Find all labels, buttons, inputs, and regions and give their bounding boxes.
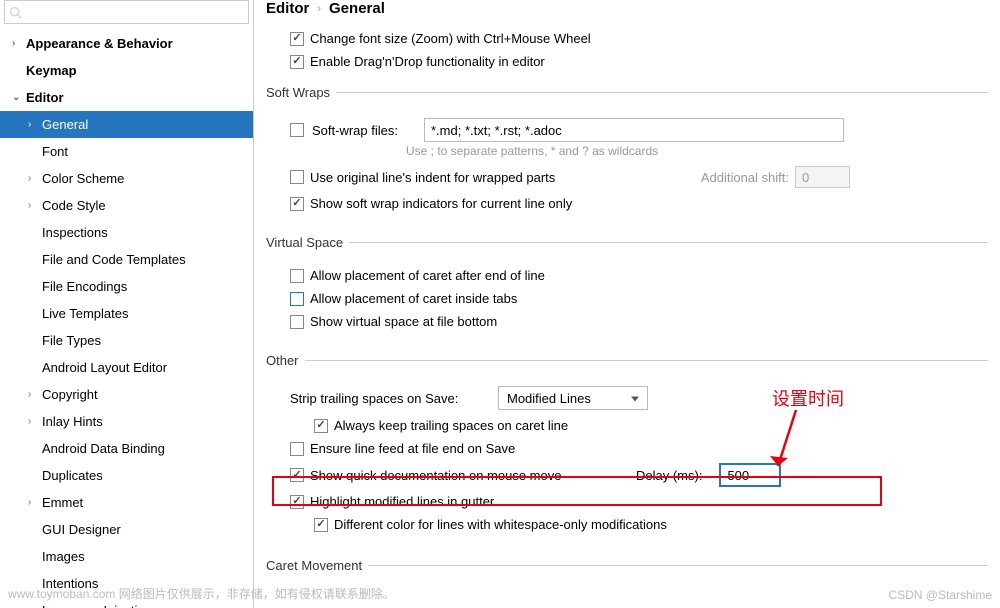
search-input[interactable] xyxy=(26,5,244,20)
delay-input[interactable] xyxy=(720,464,780,486)
sidebar-item-keymap[interactable]: Keymap xyxy=(0,57,253,84)
sidebar-item-appearance[interactable]: ›Appearance & Behavior xyxy=(0,30,253,57)
sidebar-item-label: Appearance & Behavior xyxy=(26,36,173,51)
dnd-label: Enable Drag'n'Drop functionality in edit… xyxy=(310,54,545,69)
caret-eol-label: Allow placement of caret after end of li… xyxy=(310,268,545,283)
sidebar-item-general[interactable]: ›General xyxy=(0,111,253,138)
quick-doc-checkbox[interactable] xyxy=(290,468,304,482)
sidebar-item-label: Emmet xyxy=(42,495,83,510)
soft-wraps-group: Soft Wraps Soft-wrap files: Use ; to sep… xyxy=(266,85,988,219)
sidebar-item-label: Code Style xyxy=(42,198,106,213)
settings-sidebar: ›Appearance & Behavior Keymap ⌄Editor ›G… xyxy=(0,0,254,608)
strip-select[interactable]: Modified Lines xyxy=(498,386,648,410)
sidebar-item-copyright[interactable]: ›Copyright xyxy=(0,381,253,408)
search-icon xyxy=(9,6,22,19)
other-group: Other Strip trailing spaces on Save: Mod… xyxy=(266,353,988,540)
ensure-lf-label: Ensure line feed at file end on Save xyxy=(310,441,515,456)
virtual-space-group: Virtual Space Allow placement of caret a… xyxy=(266,235,988,337)
sidebar-item-label: File Types xyxy=(42,333,101,348)
sidebar-item-label: Copyright xyxy=(42,387,98,402)
annotation-text: 设置时间 xyxy=(772,385,844,411)
virtual-bottom-checkbox[interactable] xyxy=(290,315,304,329)
search-box[interactable] xyxy=(4,0,249,24)
virtual-space-legend: Virtual Space xyxy=(266,235,349,250)
sidebar-item-emmet[interactable]: ›Emmet xyxy=(0,489,253,516)
highlight-label: Highlight modified lines in gutter xyxy=(310,494,494,509)
watermark-bottom-left: www.toymoban.com 网络图片仅供展示，非存储，如有侵权请联系删除。 xyxy=(8,585,395,602)
soft-wrap-files-label: Soft-wrap files: xyxy=(312,123,416,138)
main-panel: Editor › General Change font size (Zoom)… xyxy=(254,0,1000,608)
sidebar-item-editor[interactable]: ⌄Editor xyxy=(0,84,253,111)
sidebar-item-inspections[interactable]: Inspections xyxy=(0,219,253,246)
diff-color-checkbox[interactable] xyxy=(314,518,328,532)
breadcrumb-b: General xyxy=(329,0,385,17)
orig-indent-checkbox[interactable] xyxy=(290,170,304,184)
caret-movement-group: Caret Movement xyxy=(266,558,988,583)
keep-caret-checkbox[interactable] xyxy=(314,419,328,433)
sidebar-item-label: Inlay Hints xyxy=(42,414,103,429)
sidebar-item-label: File Encodings xyxy=(42,279,127,294)
show-indic-checkbox[interactable] xyxy=(290,197,304,211)
sidebar-item-label: Live Templates xyxy=(42,306,128,321)
soft-wrap-files-checkbox[interactable] xyxy=(290,123,304,137)
diff-color-label: Different color for lines with whitespac… xyxy=(334,517,667,532)
sidebar-item-label: Android Layout Editor xyxy=(42,360,167,375)
watermark-bottom-right: CSDN @Starshime xyxy=(888,588,992,602)
keep-caret-label: Always keep trailing spaces on caret lin… xyxy=(334,418,568,433)
quick-doc-label: Show quick documentation on mouse move xyxy=(310,468,630,483)
sidebar-item-label: GUI Designer xyxy=(42,522,121,537)
sidebar-item-file-types[interactable]: File Types xyxy=(0,327,253,354)
sidebar-item-label: Editor xyxy=(26,90,64,105)
sidebar-item-font[interactable]: Font xyxy=(0,138,253,165)
sidebar-item-live-templates[interactable]: Live Templates xyxy=(0,300,253,327)
sidebar-item-label: Images xyxy=(42,549,85,564)
strip-label: Strip trailing spaces on Save: xyxy=(290,391,490,406)
sidebar-item-inlay-hints[interactable]: ›Inlay Hints xyxy=(0,408,253,435)
soft-wrap-hint: Use ; to separate patterns, * and ? as w… xyxy=(406,144,988,158)
sidebar-item-label: Color Scheme xyxy=(42,171,124,186)
sidebar-item-duplicates[interactable]: Duplicates xyxy=(0,462,253,489)
zoom-checkbox[interactable] xyxy=(290,32,304,46)
other-legend: Other xyxy=(266,353,305,368)
sidebar-item-file-encodings[interactable]: File Encodings xyxy=(0,273,253,300)
caret-movement-legend: Caret Movement xyxy=(266,558,368,573)
zoom-label: Change font size (Zoom) with Ctrl+Mouse … xyxy=(310,31,591,46)
delay-label: Delay (ms): xyxy=(636,468,702,483)
additional-shift-label: Additional shift: xyxy=(701,170,789,185)
sidebar-item-file-templates[interactable]: File and Code Templates xyxy=(0,246,253,273)
sidebar-item-label: Inspections xyxy=(42,225,108,240)
sidebar-item-android-layout[interactable]: Android Layout Editor xyxy=(0,354,253,381)
settings-tree: ›Appearance & Behavior Keymap ⌄Editor ›G… xyxy=(0,30,253,608)
ensure-lf-checkbox[interactable] xyxy=(290,442,304,456)
breadcrumb: Editor › General xyxy=(266,0,988,23)
soft-wraps-legend: Soft Wraps xyxy=(266,85,336,100)
sidebar-item-code-style[interactable]: ›Code Style xyxy=(0,192,253,219)
show-indic-label: Show soft wrap indicators for current li… xyxy=(310,196,572,211)
sidebar-item-label: Android Data Binding xyxy=(42,441,165,456)
highlight-checkbox[interactable] xyxy=(290,495,304,509)
sidebar-item-android-data-binding[interactable]: Android Data Binding xyxy=(0,435,253,462)
sidebar-item-label: Duplicates xyxy=(42,468,103,483)
additional-shift-input xyxy=(795,166,850,188)
sidebar-item-label: Font xyxy=(42,144,68,159)
orig-indent-label: Use original line's indent for wrapped p… xyxy=(310,170,555,185)
caret-tabs-checkbox[interactable] xyxy=(290,292,304,306)
breadcrumb-a: Editor xyxy=(266,0,309,17)
sidebar-item-label: File and Code Templates xyxy=(42,252,186,267)
sidebar-item-label: Language Injections xyxy=(42,603,158,608)
sidebar-item-gui-designer[interactable]: GUI Designer xyxy=(0,516,253,543)
sidebar-item-images[interactable]: Images xyxy=(0,543,253,570)
caret-tabs-label: Allow placement of caret inside tabs xyxy=(310,291,517,306)
dnd-checkbox[interactable] xyxy=(290,55,304,69)
sidebar-item-label: General xyxy=(42,117,88,132)
chevron-right-icon: › xyxy=(317,3,321,15)
caret-eol-checkbox[interactable] xyxy=(290,269,304,283)
soft-wrap-files-input[interactable] xyxy=(424,118,844,142)
virtual-bottom-label: Show virtual space at file bottom xyxy=(310,314,497,329)
sidebar-item-color-scheme[interactable]: ›Color Scheme xyxy=(0,165,253,192)
sidebar-item-label: Keymap xyxy=(26,63,77,78)
